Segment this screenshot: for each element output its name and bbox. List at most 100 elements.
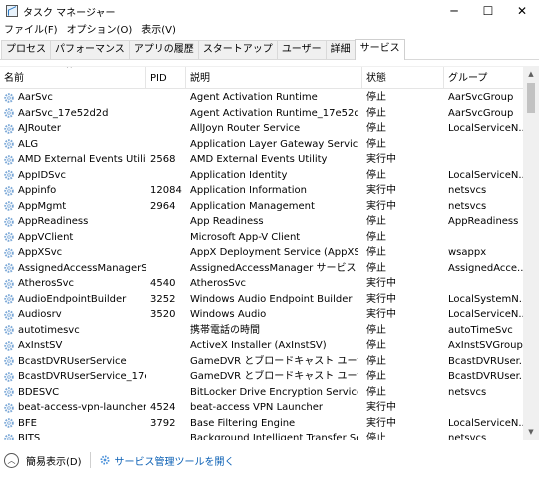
column-header-description[interactable]: 説明 bbox=[186, 67, 362, 89]
service-description: Microsoft App-V Client bbox=[190, 231, 301, 243]
menu-view[interactable]: 表示(V) bbox=[137, 22, 181, 40]
table-row[interactable]: AppMgmt 2964 Application Management 実行中 nets… bbox=[0, 199, 523, 215]
service-description: Background Intelligent Transfer Servi... bbox=[190, 433, 358, 440]
table-row[interactable]: BcastDVRUserService GameDVR とブロードキャスト ユーザ… bbox=[0, 354, 523, 370]
service-gear-icon bbox=[4, 418, 14, 428]
service-group: netsvcs bbox=[448, 433, 487, 440]
service-name-cell: beat-access-vpn-launcher bbox=[3, 400, 146, 416]
maximize-button[interactable]: ☐ bbox=[471, 0, 505, 22]
service-description: BitLocker Drive Encryption Service bbox=[190, 386, 358, 398]
service-group bbox=[448, 152, 523, 168]
menu-options[interactable]: オプション(O) bbox=[63, 22, 138, 40]
tab-startup[interactable]: スタートアップ bbox=[197, 40, 278, 59]
open-services-link[interactable]: サービス管理ツールを開く bbox=[99, 453, 235, 468]
service-group: BcastDVRUser... bbox=[448, 371, 523, 382]
service-gear-icon bbox=[4, 155, 14, 165]
footer-divider bbox=[89, 452, 91, 468]
table-row[interactable]: AppReadiness App Readiness 停止 AppReadiness bbox=[0, 214, 523, 230]
table-row[interactable]: AssignedAccessManagerSvc AssignedAccessMa… bbox=[0, 261, 523, 277]
service-name: AJRouter bbox=[18, 123, 61, 134]
column-header-name[interactable]: 名前 bbox=[0, 67, 146, 89]
table-row[interactable]: AppIDSvc Application Identity 停止 LocalServi… bbox=[0, 168, 523, 184]
table-row[interactable]: AxInstSV ActiveX Installer (AxInstSV) 停止 Ax… bbox=[0, 338, 523, 354]
table-row[interactable]: BDESVC BitLocker Drive Encryption Service… bbox=[0, 385, 523, 401]
tab-services[interactable]: サービス bbox=[354, 39, 405, 60]
scrollbar-thumb[interactable] bbox=[527, 83, 535, 113]
column-header-status[interactable]: 状態 bbox=[362, 67, 444, 89]
table-row[interactable]: AJRouter AllJoyn Router Service 停止 LocalSer… bbox=[0, 121, 523, 137]
service-pid: 4524 bbox=[150, 402, 176, 413]
table-row[interactable]: BFE 3792 Base Filtering Engine 実行中 LocalServ… bbox=[0, 416, 523, 432]
service-status: 停止 bbox=[366, 231, 386, 243]
minimize-button[interactable]: ─ bbox=[437, 0, 471, 22]
table-row[interactable]: AtherosSvc 4540 AtherosSvc 実行中 bbox=[0, 276, 523, 292]
service-name: Appinfo bbox=[18, 185, 57, 196]
tab-processes[interactable]: プロセス bbox=[1, 40, 51, 59]
service-name-cell: Appinfo bbox=[3, 183, 146, 199]
table-row[interactable]: Appinfo 12084 Application Information 実行中 ne… bbox=[0, 183, 523, 199]
table-row[interactable]: Audiosrv 3520 Windows Audio 実行中 LocalService… bbox=[0, 307, 523, 323]
column-header-group[interactable]: グループ bbox=[444, 67, 523, 89]
table-row[interactable]: AppVClient Microsoft App-V Client 停止 bbox=[0, 230, 523, 246]
service-gear-icon bbox=[4, 279, 14, 289]
service-gear-icon bbox=[4, 201, 14, 211]
vertical-scrollbar[interactable]: ▲ ▼ bbox=[523, 66, 539, 440]
scroll-up-icon[interactable]: ▲ bbox=[523, 66, 539, 82]
table-row[interactable]: AarSvc_17e52d2d Agent Activation Runtime_… bbox=[0, 106, 523, 122]
window-title: タスク マネージャー bbox=[23, 7, 116, 19]
scroll-down-icon[interactable]: ▼ bbox=[523, 424, 539, 440]
tab-users[interactable]: ユーザー bbox=[276, 40, 327, 59]
service-pid bbox=[150, 214, 186, 230]
table-row[interactable]: AudioEndpointBuilder 3252 Windows Audio En… bbox=[0, 292, 523, 308]
open-services-label: サービス管理ツールを開く bbox=[114, 456, 235, 468]
service-pid bbox=[150, 168, 186, 184]
tab-performance[interactable]: パフォーマンス bbox=[50, 40, 130, 59]
service-status: 停止 bbox=[366, 107, 386, 119]
menu-file[interactable]: ファイル(F) bbox=[0, 22, 63, 40]
task-manager-app-icon bbox=[6, 5, 18, 17]
table-row[interactable]: ALG Application Layer Gateway Service 停止 bbox=[0, 137, 523, 153]
service-group: netsvcs bbox=[448, 200, 487, 212]
close-button[interactable]: ✕ bbox=[505, 0, 539, 22]
service-status: 停止 bbox=[366, 92, 386, 103]
service-name: AppVClient bbox=[18, 231, 74, 243]
tab-app-history[interactable]: アプリの履歴 bbox=[128, 40, 199, 59]
table-row[interactable]: AMD External Events Utility 2568 AMD Exter… bbox=[0, 152, 523, 168]
service-pid bbox=[150, 431, 186, 440]
service-gear-icon bbox=[4, 356, 14, 366]
service-pid: 2568 bbox=[150, 154, 176, 165]
table-row[interactable]: BcastDVRUserService_17e52... GameDVR とブロー… bbox=[0, 369, 523, 385]
service-description: beat-access VPN Launcher bbox=[190, 402, 324, 413]
service-pid bbox=[150, 137, 186, 153]
fewer-details-button[interactable]: ︿ 簡易表示(D) bbox=[4, 452, 82, 468]
service-group: AarSvcGroup bbox=[448, 107, 514, 119]
service-description: AllJoyn Router Service bbox=[190, 123, 301, 134]
service-status: 停止 bbox=[366, 216, 386, 227]
chevron-up-circle-icon: ︿ bbox=[4, 452, 19, 468]
service-name: AppReadiness bbox=[18, 216, 89, 227]
service-gear-icon bbox=[4, 372, 14, 382]
tab-details[interactable]: 詳細 bbox=[325, 40, 356, 59]
service-description: AtherosSvc bbox=[190, 278, 247, 289]
menu-bar: ファイル(F) オプション(O) 表示(V) bbox=[0, 22, 539, 40]
table-row[interactable]: beat-access-vpn-launcher 4524 beat-access … bbox=[0, 400, 523, 416]
service-name-cell: AppMgmt bbox=[3, 199, 146, 215]
services-gear-icon bbox=[100, 455, 110, 465]
service-status: 停止 bbox=[366, 433, 386, 440]
service-name-cell: BFE bbox=[3, 416, 146, 432]
service-gear-icon bbox=[4, 248, 14, 258]
service-name: Audiosrv bbox=[18, 309, 62, 320]
table-row[interactable]: AppXSvc AppX Deployment Service (AppXSVC)… bbox=[0, 245, 523, 261]
table-body: AarSvc Agent Activation Runtime 停止 AarSvcGr… bbox=[0, 90, 523, 440]
service-status: 停止 bbox=[366, 262, 386, 274]
service-group bbox=[448, 230, 523, 246]
service-gear-icon bbox=[4, 186, 14, 196]
table-row[interactable]: AarSvc Agent Activation Runtime 停止 AarSvcGr… bbox=[0, 90, 523, 106]
column-header-pid[interactable]: PID bbox=[146, 67, 186, 89]
table-row[interactable]: BITS Background Intelligent Transfer Serv… bbox=[0, 431, 523, 440]
service-name-cell: AppIDSvc bbox=[3, 168, 146, 184]
service-gear-icon bbox=[4, 139, 14, 149]
service-gear-icon bbox=[4, 341, 14, 351]
service-description: Agent Activation Runtime bbox=[190, 92, 318, 103]
table-row[interactable]: autotimesvc 携帯電話の時間 停止 autoTimeSvc bbox=[0, 323, 523, 339]
